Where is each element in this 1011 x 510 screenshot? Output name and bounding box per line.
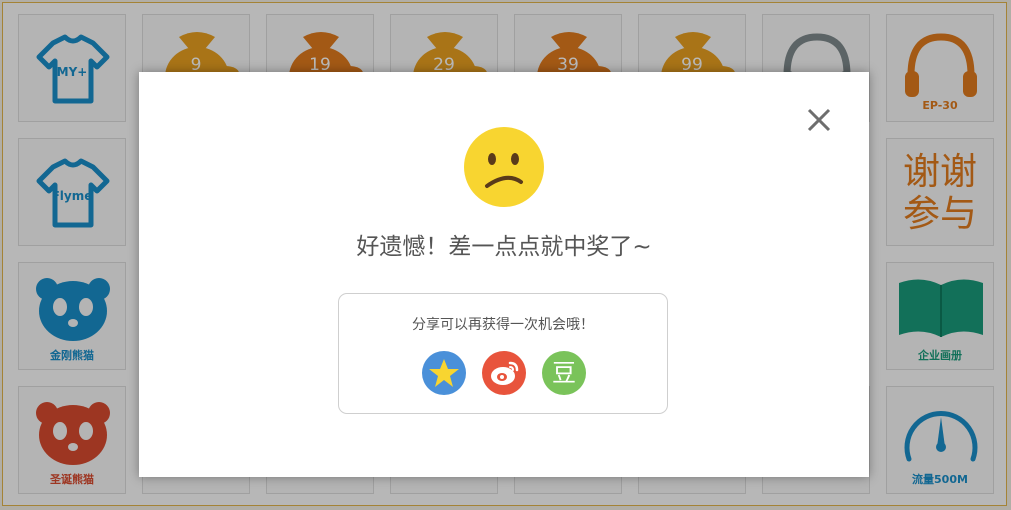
share-box: 分享可以再获得一次机会哦！ 豆: [338, 293, 668, 414]
share-qzone-button[interactable]: [422, 351, 466, 395]
close-button[interactable]: [805, 106, 833, 134]
douban-icon: 豆: [552, 359, 576, 387]
confused-face-icon: [464, 127, 544, 207]
share-weibo-button[interactable]: [482, 351, 526, 395]
star-icon: [429, 359, 459, 387]
weibo-icon: [491, 361, 519, 385]
share-prompt: 分享可以再获得一次机会哦！: [412, 317, 594, 333]
result-message: 好遗憾！差一点点就中奖了~: [356, 234, 652, 260]
share-douban-button[interactable]: 豆: [542, 351, 586, 395]
result-dialog: 好遗憾！差一点点就中奖了~ 分享可以再获得一次机会哦！ 豆: [139, 72, 869, 477]
close-icon[interactable]: [805, 106, 833, 134]
